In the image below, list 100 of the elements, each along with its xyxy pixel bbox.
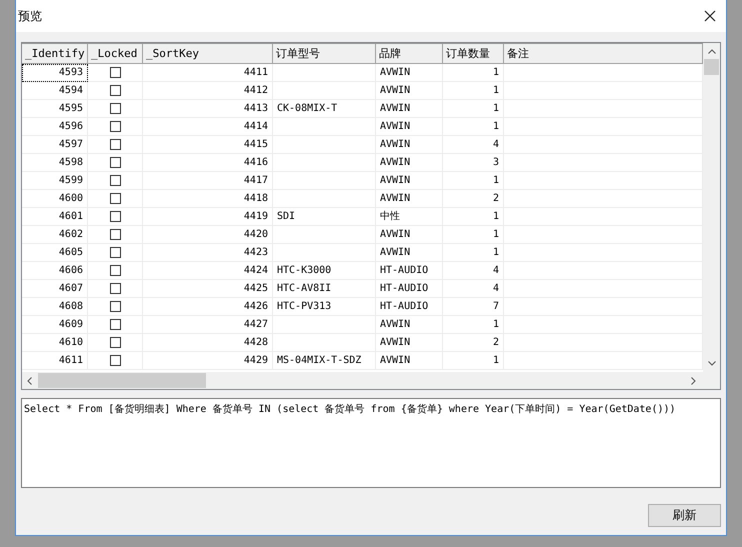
table-cell: MS-04MIX-T-SDZ xyxy=(273,352,376,370)
checkbox[interactable] xyxy=(110,247,120,258)
table-cell: 4415 xyxy=(143,136,273,154)
refresh-button[interactable]: 刷新 xyxy=(648,504,721,527)
table-cell: AVWIN xyxy=(376,352,443,370)
table-cell: 4424 xyxy=(143,262,273,280)
table-cell: 4416 xyxy=(143,154,273,172)
column-header[interactable]: 订单数量 xyxy=(443,44,504,64)
checkbox[interactable] xyxy=(110,67,120,78)
table-cell: 4428 xyxy=(143,334,273,352)
table-cell: 4 xyxy=(443,136,504,154)
table-cell: 4419 xyxy=(143,208,273,226)
table-cell: 1 xyxy=(443,226,504,244)
checkbox[interactable] xyxy=(110,283,120,294)
scroll-thumb[interactable] xyxy=(38,373,206,388)
checkbox[interactable] xyxy=(110,337,120,348)
table-cell: 1 xyxy=(443,244,504,262)
table-cell: HT-AUDIO xyxy=(376,280,443,298)
table-cell: HT-AUDIO xyxy=(376,262,443,280)
table-cell: AVWIN xyxy=(376,136,443,154)
table-cell: 3 xyxy=(443,154,504,172)
scroll-left-icon[interactable] xyxy=(27,376,32,384)
table-cell: 4598 xyxy=(22,154,88,172)
table-cell: 4594 xyxy=(22,82,88,100)
checkbox[interactable] xyxy=(110,265,120,276)
table-cell: 4423 xyxy=(143,244,273,262)
table-cell: 4412 xyxy=(143,82,273,100)
checkbox[interactable] xyxy=(110,157,120,168)
column-header[interactable]: 备注 xyxy=(504,44,703,64)
scroll-up-icon[interactable] xyxy=(708,49,716,54)
table-cell: 1 xyxy=(443,172,504,190)
table-cell: 4418 xyxy=(143,190,273,208)
table-cell: 4600 xyxy=(22,190,88,208)
table-cell: AVWIN xyxy=(376,316,443,334)
table-cell: 4599 xyxy=(22,172,88,190)
table-cell: HTC-PV313 xyxy=(273,298,376,316)
checkbox[interactable] xyxy=(110,193,120,204)
table-cell: 4426 xyxy=(143,298,273,316)
table-cell: AVWIN xyxy=(376,190,443,208)
table-cell: 4607 xyxy=(22,280,88,298)
table-cell: 4610 xyxy=(22,334,88,352)
query-field[interactable]: Select * From [备货明细表] Where 备货单号 IN (select 备货单号 from {备货单} where Year(下单时间) = Year(GetDate())) xyxy=(21,398,721,488)
column-header[interactable]: 订单型号 xyxy=(273,44,376,64)
table-cell: AVWIN xyxy=(376,100,443,118)
table-cell: AVWIN xyxy=(376,118,443,136)
table-cell: 4609 xyxy=(22,316,88,334)
table-cell: AVWIN xyxy=(376,82,443,100)
table-cell: SDI xyxy=(273,208,376,226)
table-cell: 4425 xyxy=(143,280,273,298)
table-cell: HTC-K3000 xyxy=(273,262,376,280)
table-cell: 4 xyxy=(443,262,504,280)
table-cell: AVWIN xyxy=(376,154,443,172)
window-title: 预览 xyxy=(18,8,42,24)
table-cell: 4608 xyxy=(22,298,88,316)
table-cell: HTC-AV8II xyxy=(273,280,376,298)
table-cell: 4 xyxy=(443,280,504,298)
table-cell: 4420 xyxy=(143,226,273,244)
table-cell: 1 xyxy=(443,82,504,100)
close-icon[interactable] xyxy=(704,10,716,22)
table-cell: 4411 xyxy=(143,64,273,82)
table-cell: 1 xyxy=(443,316,504,334)
table-cell: 1 xyxy=(443,352,504,370)
table-cell: 2 xyxy=(443,334,504,352)
table-cell: 1 xyxy=(443,100,504,118)
checkbox[interactable] xyxy=(110,355,120,366)
checkbox[interactable] xyxy=(110,85,120,96)
scroll-thumb[interactable] xyxy=(704,59,719,75)
table-cell: 4413 xyxy=(143,100,273,118)
table-cell: 4601 xyxy=(22,208,88,226)
table-cell: 4597 xyxy=(22,136,88,154)
checkbox[interactable] xyxy=(110,319,120,330)
table-cell: 4602 xyxy=(22,226,88,244)
table-cell: 4606 xyxy=(22,262,88,280)
checkbox[interactable] xyxy=(110,229,120,240)
scroll-right-icon[interactable] xyxy=(691,376,696,384)
column-header[interactable]: 品牌 xyxy=(376,44,443,64)
table-cell: 1 xyxy=(443,64,504,82)
checkbox[interactable] xyxy=(110,301,120,312)
scroll-down-icon[interactable] xyxy=(708,361,716,366)
table-cell: 2 xyxy=(443,190,504,208)
checkbox[interactable] xyxy=(110,103,120,114)
table-cell: 4605 xyxy=(22,244,88,262)
table-cell: 4427 xyxy=(143,316,273,334)
checkbox[interactable] xyxy=(110,121,120,132)
table-cell: 4611 xyxy=(22,352,88,370)
column-header[interactable]: _Identify xyxy=(22,44,88,64)
table-cell: AVWIN xyxy=(376,334,443,352)
table-cell: 4414 xyxy=(143,118,273,136)
checkbox[interactable] xyxy=(110,175,120,186)
table-cell: AVWIN xyxy=(376,64,443,82)
table-cell: HT-AUDIO xyxy=(376,298,443,316)
table-cell: CK-08MIX-T xyxy=(273,100,376,118)
checkbox[interactable] xyxy=(110,211,120,222)
table-cell: AVWIN xyxy=(376,226,443,244)
checkbox[interactable] xyxy=(110,139,120,150)
column-header[interactable]: _Locked xyxy=(88,44,143,64)
column-header[interactable]: _SortKey xyxy=(143,44,273,64)
table-cell: 7 xyxy=(443,298,504,316)
table-cell: 4417 xyxy=(143,172,273,190)
table-cell: AVWIN xyxy=(376,172,443,190)
